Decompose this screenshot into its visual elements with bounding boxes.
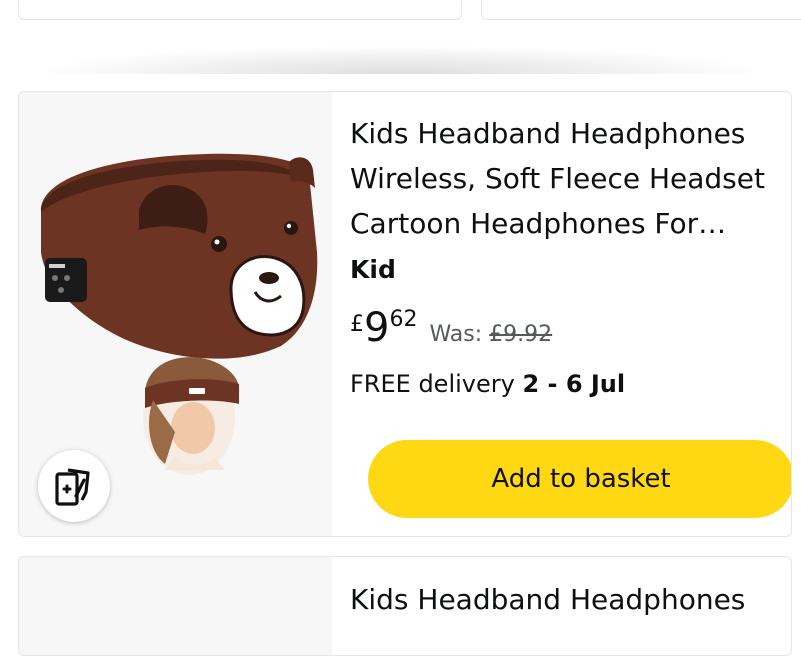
was-price: Was: £9.92 [429, 322, 552, 347]
product-title[interactable]: Kids Headband Headphones Wireless, Soft … [350, 111, 775, 246]
product-brand: Kid [350, 255, 396, 284]
price-fraction: 62 [389, 307, 418, 332]
add-to-basket-button[interactable]: Add to basket [368, 440, 791, 518]
delivery-prefix: FREE delivery [350, 370, 515, 398]
delivery-dates: 2 - 6 Jul [522, 370, 626, 398]
previous-product-card-right[interactable] [481, 0, 801, 20]
add-to-compare-icon [55, 468, 90, 506]
previous-product-card-left[interactable] [18, 0, 462, 20]
delivery-info: FREE delivery 2 - 6 Jul [350, 370, 625, 398]
next-product-card[interactable]: Kids Headband Headphones [18, 556, 792, 656]
add-to-compare-button[interactable] [38, 450, 110, 522]
price-whole: 9 [364, 305, 390, 351]
was-value: £9.92 [489, 322, 553, 347]
was-label: Was: [429, 322, 483, 347]
product-card[interactable]: Kids Headband Headphones Wireless, Soft … [18, 91, 792, 537]
section-divider-shadow [40, 46, 760, 74]
price-row: £ 9 62 Was: £9.92 [350, 304, 552, 352]
next-product-image-panel[interactable] [19, 557, 332, 655]
price-currency: £ [350, 312, 364, 337]
